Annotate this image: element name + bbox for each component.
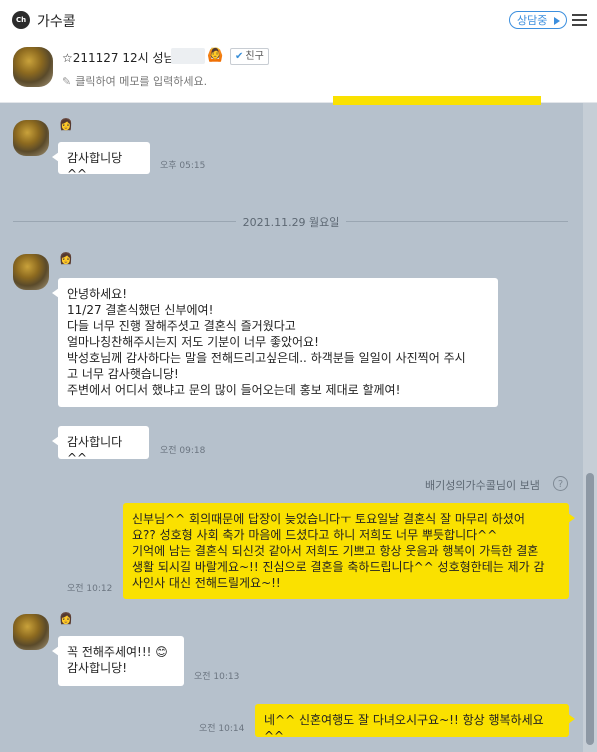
channel-logo-icon: Ch	[12, 11, 30, 29]
avatar[interactable]	[13, 254, 49, 290]
message-time: 오후 05:15	[160, 161, 206, 171]
message-time: 오전 10:12	[67, 584, 113, 594]
message-time: 오전 09:18	[160, 446, 206, 456]
memo-input[interactable]: ✎ 클릭하여 메모를 입력하세요.	[62, 73, 207, 89]
friend-badge[interactable]: ✔ 친구	[230, 48, 269, 65]
message-bubble[interactable]: 감사합니당^^	[52, 142, 150, 181]
sender-note: 배기성의가수콜님이 보냄	[425, 479, 540, 492]
avatar[interactable]	[13, 614, 49, 650]
message-bubble[interactable]: 안녕하세요! 11/27 결혼식했던 신부에여! 다들 너무 진행 잘해주셧고 …	[52, 278, 498, 407]
question-icon[interactable]: ?	[553, 476, 568, 491]
check-icon: ✔	[235, 51, 244, 62]
top-bar: Ch 가수콜 상담중	[0, 0, 597, 40]
scrollbar[interactable]	[583, 103, 597, 752]
message-bubble[interactable]: 꼭 전해주세여!!! 😊 감사합니당!	[52, 636, 184, 686]
scrollbar-thumb[interactable]	[586, 473, 594, 745]
status-button[interactable]: 상담중	[509, 11, 568, 29]
app-title: 가수콜	[37, 14, 76, 30]
chat-area: 👩 감사합니당^^ 오후 05:15 2021.11.29 월요일 👩 안녕하세…	[0, 103, 583, 752]
pencil-icon: ✎	[62, 75, 72, 88]
redacted-name	[171, 48, 205, 64]
woman-icon: 👩	[59, 252, 73, 265]
date-label: 2021.11.29 월요일	[236, 214, 346, 230]
avatar[interactable]	[13, 47, 53, 87]
profile-header: ☆211127 12시 성남 🙆 ✔ 친구 ✎ 클릭하여 메모를 입력하세요.	[0, 40, 597, 103]
play-icon	[554, 17, 561, 25]
message-bubble[interactable]: 신부님^^ 회의때문에 답장이 늦었습니다ㅜ 토요일날 결혼식 잘 마무리 하셨…	[123, 503, 575, 599]
woman-icon: 👩	[59, 612, 73, 625]
avatar[interactable]	[13, 120, 49, 156]
message-time: 오전 10:13	[194, 672, 240, 682]
memo-placeholder: 클릭하여 메모를 입력하세요.	[75, 75, 208, 88]
hamburger-icon[interactable]	[572, 14, 587, 26]
woman-icon: 👩	[59, 118, 73, 131]
profile-name: ☆211127 12시 성남	[62, 51, 175, 65]
message-bubble[interactable]: 네^^ 신혼여행도 잘 다녀오시구요~!! 항상 행복하세요^^	[255, 704, 575, 743]
message-time: 오전 10:14	[199, 724, 245, 734]
profile-emoji: 🙆	[207, 48, 224, 63]
message-bubble[interactable]: 감사합니다^^	[52, 426, 149, 465]
status-label: 상담중	[517, 14, 548, 27]
friend-label: 친구	[245, 51, 264, 62]
